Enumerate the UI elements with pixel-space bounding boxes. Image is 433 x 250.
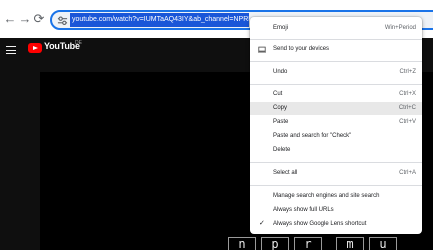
menu-item-paste-and-search[interactable]: Paste and search for "Check" [250,130,422,143]
url-text-selected[interactable]: youtube.com/watch?v=IUMTaAQ43IY&ab_chann… [70,13,249,27]
site-settings-icon[interactable] [57,15,68,26]
menu-item-paste[interactable]: Paste Ctrl+V [250,116,422,129]
menu-divider [250,61,422,62]
menu-item-label: Cut [273,91,283,97]
menu-item-label: Paste and search for "Check" [273,133,352,139]
menu-item-label: Emoji [273,25,289,31]
menu-item-label: Send to your devices [273,46,330,52]
npr-letter-n: n [228,237,256,250]
menu-divider [250,84,422,85]
menu-item-label: Always show full URLs [273,207,334,213]
youtube-logo-icon[interactable] [28,43,42,53]
menu-item-select-all[interactable]: Select all Ctrl+A [250,167,422,180]
npr-letter-p: p [261,237,289,250]
npr-letter-u: u [369,237,397,250]
country-code: DE [75,40,82,46]
npr-letter-r: r [294,237,322,250]
menu-item-label: Copy [273,105,288,111]
menu-item-label: Delete [273,147,291,153]
menu-item-manage-search-engines[interactable]: Manage search engines and site search [250,190,422,203]
menu-divider [250,185,422,186]
menu-item-label: Select all [273,170,298,176]
menu-item-shortcut: Ctrl+Z [399,69,417,75]
context-menu: Emoji Win+Period Send to your devices Un… [250,17,422,234]
menu-item-copy[interactable]: Copy Ctrl+C [250,102,422,115]
menu-item-shortcut: Ctrl+A [399,170,416,176]
menu-item-cut[interactable]: Cut Ctrl+X [250,88,422,101]
menu-item-shortcut: Ctrl+X [399,91,416,97]
reload-icon[interactable]: ⟳ [31,11,47,27]
menu-item-label: Always show Google Lens shortcut [273,221,367,227]
menu-divider [250,162,422,163]
menu-item-shortcut: Win+Period [384,25,416,31]
menu-item-send-to-devices[interactable]: Send to your devices [250,43,422,56]
menu-icon[interactable] [6,46,16,55]
menu-item-label: Manage search engines and site search [273,193,380,199]
menu-item-always-show-lens[interactable]: ✓ Always show Google Lens shortcut [250,218,422,231]
menu-item-shortcut: Ctrl+V [399,119,416,125]
menu-item-label: Undo [273,69,288,75]
menu-item-undo[interactable]: Undo Ctrl+Z [250,66,422,79]
back-arrow-icon[interactable]: ← [2,11,18,27]
menu-item-emoji[interactable]: Emoji Win+Period [250,22,422,35]
menu-item-shortcut: Ctrl+C [398,105,416,111]
menu-divider [250,39,422,40]
checkmark-icon: ✓ [259,220,265,227]
menu-item-delete[interactable]: Delete [250,144,422,157]
menu-item-always-show-full-urls[interactable]: Always show full URLs [250,204,422,217]
npr-letter-m: m [336,237,364,250]
menu-item-label: Paste [273,119,289,125]
devices-icon [258,46,266,53]
